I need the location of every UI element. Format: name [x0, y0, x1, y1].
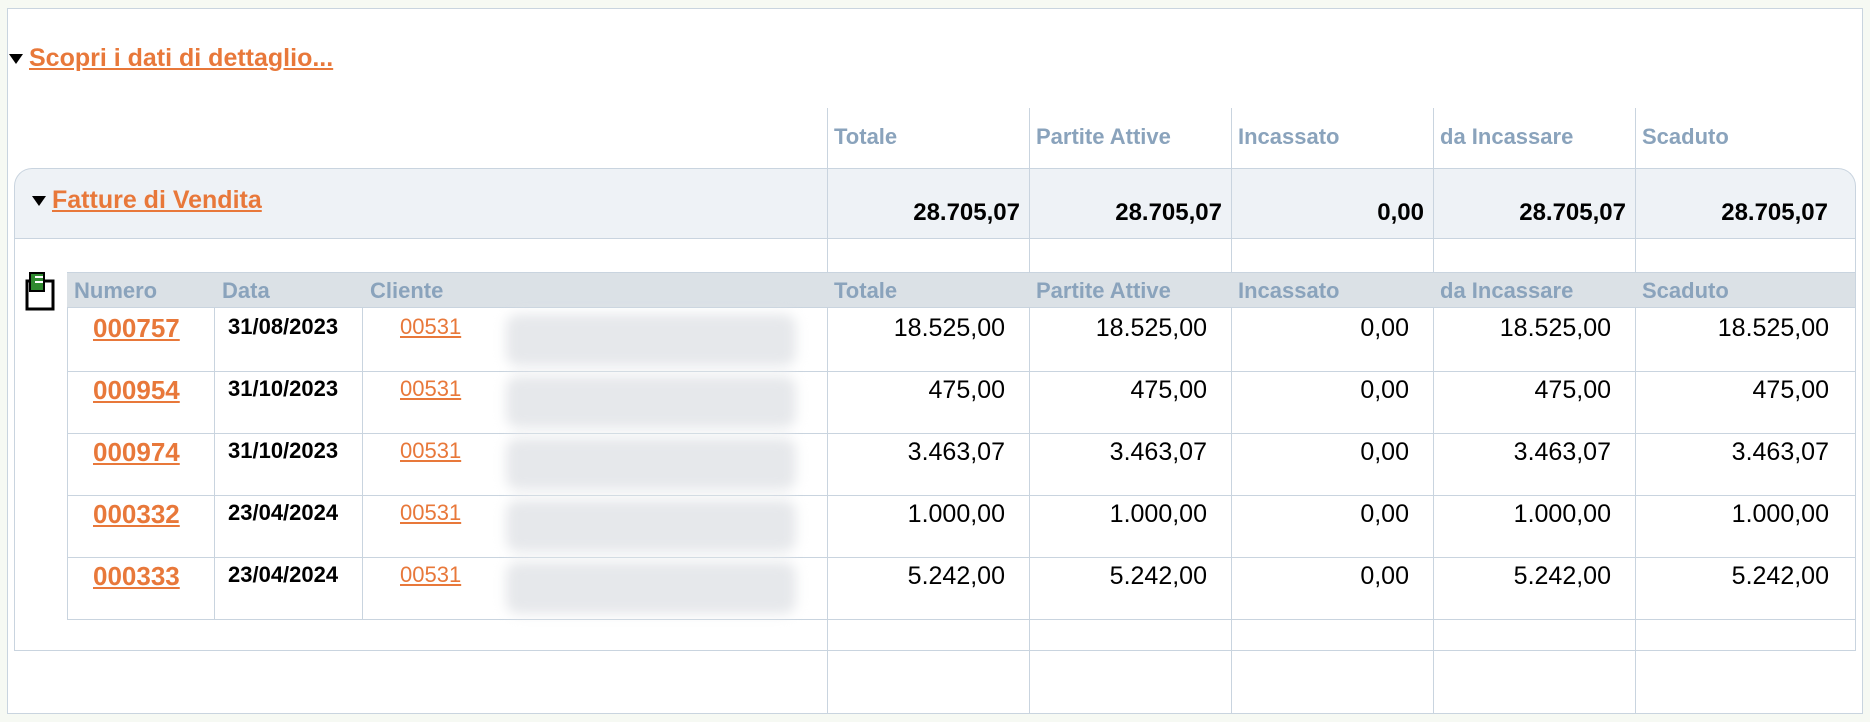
- cell-scaduto: 18.525,00: [1717, 314, 1829, 342]
- cell-incassato: 0,00: [1360, 500, 1409, 528]
- invoice-date: 31/10/2023: [228, 376, 339, 401]
- triangle-down-icon: [32, 195, 46, 206]
- grid-header-partite-attive[interactable]: Partite Attive: [1036, 278, 1171, 304]
- section-title-link[interactable]: Scopri i dati di dettaglio...: [29, 44, 333, 73]
- cell-da-incassare: 475,00: [1534, 376, 1611, 404]
- cell-totale: 18.525,00: [893, 314, 1005, 342]
- group-toggle[interactable]: Fatture di Vendita: [32, 186, 262, 215]
- column-divider: [827, 168, 828, 238]
- customer-code-link[interactable]: 00531: [400, 314, 461, 340]
- customer-code-link[interactable]: 00531: [400, 438, 461, 464]
- grid-header-numero[interactable]: Numero: [74, 278, 157, 304]
- invoice-number-link[interactable]: 000757: [93, 313, 180, 344]
- customer-name-redacted: [506, 438, 796, 490]
- invoice-number-link[interactable]: 000954: [93, 375, 180, 406]
- col-header-totale: Totale: [834, 124, 898, 149]
- customer-code-link[interactable]: 00531: [400, 500, 461, 526]
- customer-name-redacted: [506, 500, 796, 552]
- cell-incassato: 0,00: [1360, 376, 1409, 404]
- column-divider: [1029, 168, 1030, 238]
- cell-scaduto: 1.000,00: [1731, 500, 1829, 528]
- column-divider: [1433, 168, 1434, 238]
- cell-totale: 3.463,07: [907, 438, 1005, 466]
- cell-partite: 18.525,00: [1095, 314, 1207, 342]
- col-header-scaduto: Scaduto: [1642, 124, 1729, 149]
- grid-header-cliente[interactable]: Cliente: [370, 278, 443, 304]
- triangle-down-icon: [9, 53, 23, 64]
- cell-totale: 475,00: [928, 376, 1005, 404]
- group-title-link[interactable]: Fatture di Vendita: [52, 186, 262, 215]
- grid-header-totale[interactable]: Totale: [834, 278, 897, 304]
- export-icon[interactable]: [24, 272, 58, 317]
- group-total-totale: 28.705,07: [913, 199, 1020, 226]
- col-header-da-incassare: da Incassare: [1440, 124, 1574, 149]
- group-total-scaduto: 28.705,07: [1721, 199, 1828, 226]
- grid-header-incassato[interactable]: Incassato: [1238, 278, 1340, 304]
- customer-name-redacted: [506, 376, 796, 428]
- band-bottom-border: [14, 238, 1856, 239]
- cell-scaduto: 3.463,07: [1731, 438, 1829, 466]
- section-toggle[interactable]: Scopri i dati di dettaglio...: [9, 44, 333, 73]
- customer-code-link[interactable]: 00531: [400, 562, 461, 588]
- invoice-date: 23/04/2024: [228, 562, 339, 587]
- group-total-partite-attive: 28.705,07: [1115, 199, 1222, 226]
- cell-totale: 5.242,00: [907, 562, 1005, 590]
- cell-da-incassare: 1.000,00: [1513, 500, 1611, 528]
- group-bottom-border: [14, 650, 1856, 651]
- cell-da-incassare: 3.463,07: [1513, 438, 1611, 466]
- group-right-border: [1855, 238, 1856, 650]
- column-divider: [1231, 168, 1232, 238]
- grid-header-da-incassare[interactable]: da Incassare: [1440, 278, 1573, 304]
- invoice-number-link[interactable]: 000974: [93, 437, 180, 468]
- col-header-partite-attive: Partite Attive: [1036, 124, 1171, 149]
- invoice-date: 31/08/2023: [228, 314, 339, 339]
- customer-name-redacted: [506, 562, 796, 614]
- customer-code-link[interactable]: 00531: [400, 376, 461, 402]
- group-left-border: [14, 238, 15, 650]
- cell-scaduto: 475,00: [1752, 376, 1829, 404]
- cell-incassato: 0,00: [1360, 438, 1409, 466]
- invoice-date: 23/04/2024: [228, 500, 339, 525]
- cell-incassato: 0,00: [1360, 314, 1409, 342]
- invoice-date: 31/10/2023: [228, 438, 339, 463]
- cell-incassato: 0,00: [1360, 562, 1409, 590]
- invoice-number-link[interactable]: 000332: [93, 499, 180, 530]
- cell-da-incassare: 5.242,00: [1513, 562, 1611, 590]
- grid-header: [67, 272, 1855, 308]
- invoice-number-link[interactable]: 000333: [93, 561, 180, 592]
- cell-partite: 5.242,00: [1109, 562, 1207, 590]
- group-total-incassato: 0,00: [1377, 199, 1424, 226]
- customer-name-redacted: [506, 314, 796, 366]
- cell-partite: 475,00: [1130, 376, 1207, 404]
- cell-partite: 1.000,00: [1109, 500, 1207, 528]
- column-divider: [1635, 168, 1636, 238]
- cell-scaduto: 5.242,00: [1731, 562, 1829, 590]
- cell-da-incassare: 18.525,00: [1499, 314, 1611, 342]
- grid-header-data[interactable]: Data: [222, 278, 270, 304]
- cell-totale: 1.000,00: [907, 500, 1005, 528]
- col-header-incassato: Incassato: [1238, 124, 1340, 149]
- group-total-da-incassare: 28.705,07: [1519, 199, 1626, 226]
- grid-header-scaduto[interactable]: Scaduto: [1642, 278, 1729, 304]
- cell-partite: 3.463,07: [1109, 438, 1207, 466]
